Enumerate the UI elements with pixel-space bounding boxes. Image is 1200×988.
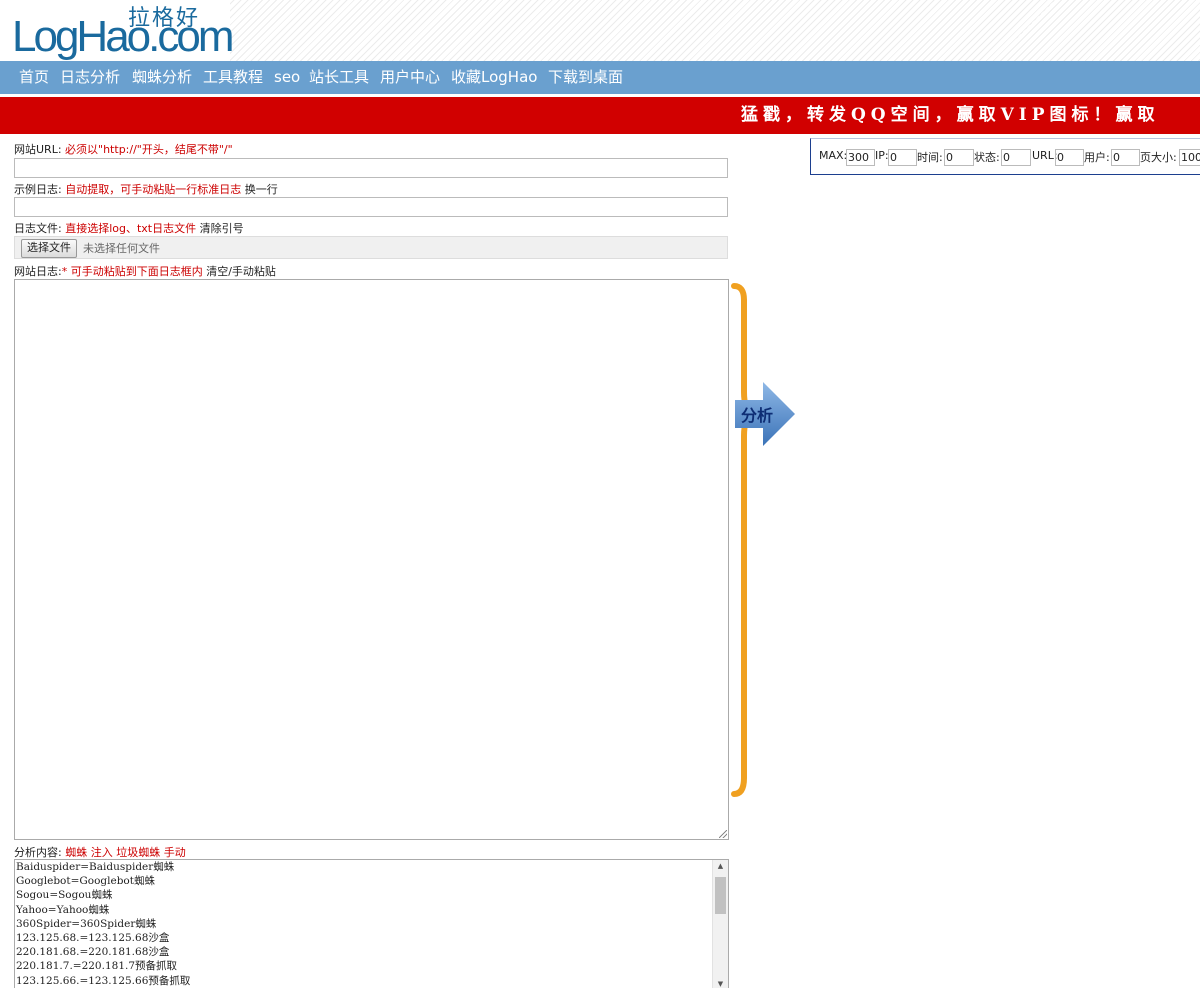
resize-handle-icon[interactable] [719, 830, 727, 838]
clear-paste-link[interactable]: 清空/手动粘贴 [206, 265, 276, 278]
content-line: 220.181.68.=220.181.68沙盒 [16, 946, 170, 959]
logo[interactable]: LogHao.com 拉格好 [0, 0, 234, 61]
nav-log-analysis[interactable]: 日志分析 [60, 61, 120, 94]
file-status: 未选择任何文件 [83, 242, 160, 255]
stat-url-input[interactable]: 0 [1055, 149, 1084, 166]
log-file-label: 日志文件: [14, 222, 62, 235]
content-line: 123.125.66.=123.125.66预备抓取 [16, 974, 191, 987]
tab-injection[interactable]: 注入 [91, 846, 113, 859]
scroll-up-icon[interactable]: ▲ [713, 862, 728, 870]
stat-time-input[interactable]: 0 [944, 149, 974, 166]
nav-home[interactable]: 首页 [19, 61, 49, 94]
stat-user-label: 用户: [1084, 151, 1110, 164]
brace-icon [731, 283, 759, 797]
site-url-label-row: 网站URL: 必须以"http://"开头，结尾不带"/" [14, 141, 233, 157]
tab-junk-spider[interactable]: 垃圾蜘蛛 [116, 846, 160, 859]
nav-user-center[interactable]: 用户中心 [380, 61, 440, 94]
nav-seo[interactable]: seo [274, 61, 300, 94]
stat-max-input[interactable]: 300 [846, 149, 875, 166]
stat-status-input[interactable]: 0 [1001, 149, 1031, 166]
stat-ip-input[interactable]: 0 [888, 149, 917, 166]
banner-text: 猛戳，转发QQ空间，赢取VIP图标！赢取 [741, 105, 1160, 125]
sample-log-label-row: 示例日志: 自动提取，可手动粘贴一行标准日志 换一行 [14, 181, 278, 197]
site-log-label: 网站日志: [14, 265, 62, 278]
nav-tutorials[interactable]: 工具教程 [203, 61, 263, 94]
content-line: Sogou=Sogou蜘蛛 [16, 889, 113, 902]
content-line: Googlebot=Googlebot蜘蛛 [16, 875, 155, 888]
clear-quotes-link[interactable]: 清除引号 [200, 222, 244, 235]
site-url-label: 网站URL: [14, 143, 62, 156]
content-line: 360Spider=360Spider蜘蛛 [16, 917, 157, 930]
log-file-label-row: 日志文件: 直接选择log、txt日志文件 清除引号 [14, 220, 244, 236]
content-line: Baiduspider=Baiduspider蜘蛛 [16, 861, 175, 873]
content-label-row: 分析内容: 蜘蛛 注入 垃圾蜘蛛 手动 [14, 844, 186, 860]
analyze-label[interactable]: 分析 [741, 402, 773, 426]
site-url-input[interactable] [14, 158, 728, 178]
sample-log-input[interactable] [14, 197, 728, 217]
content-textarea[interactable]: Baiduspider=Baiduspider蜘蛛 Googlebot=Goog… [14, 859, 729, 988]
site-log-hint: 可手动粘贴到下面日志框内 [70, 265, 203, 278]
file-picker: 选择文件 未选择任何文件 [14, 236, 728, 259]
sample-log-label: 示例日志: [14, 183, 62, 196]
nav-webmaster-tools[interactable]: 站长工具 [309, 61, 369, 94]
promo-banner[interactable]: 猛戳，转发QQ空间，赢取VIP图标！赢取 [0, 97, 1200, 134]
main-nav: 首页 日志分析 蜘蛛分析 工具教程 seo 站长工具 用户中心 收藏LogHao… [0, 61, 1200, 94]
tab-manual[interactable]: 手动 [164, 846, 186, 859]
nav-spider-analysis[interactable]: 蜘蛛分析 [132, 61, 192, 94]
site-log-label-row: 网站日志:* 可手动粘贴到下面日志框内 清空/手动粘贴 [14, 263, 276, 279]
site-log-textarea[interactable] [14, 279, 729, 840]
stat-page-size-label: 页大小: [1140, 151, 1177, 164]
tab-spider[interactable]: 蜘蛛 [65, 846, 87, 859]
content-line: 220.181.7.=220.181.7预备抓取 [16, 960, 178, 973]
content-scrollbar[interactable]: ▲ ▼ [712, 860, 728, 988]
sample-log-hint: 自动提取，可手动粘贴一行标准日志 [65, 183, 242, 196]
content-line: Yahoo=Yahoo蜘蛛 [16, 903, 110, 916]
stat-max-label: MAX: [819, 149, 848, 162]
choose-file-button[interactable]: 选择文件 [21, 239, 77, 258]
stat-url-label: URL: [1032, 149, 1058, 162]
content-line: 123.125.68.=123.125.68沙盒 [16, 932, 170, 945]
header: LogHao.com 拉格好 [0, 0, 1200, 61]
nav-bookmark[interactable]: 收藏LogHao [451, 61, 537, 94]
scroll-thumb[interactable] [715, 877, 726, 914]
stats-panel: MAX: 300 IP: 0 时间: 0 状态: 0 URL: 0 用户: 0 … [810, 138, 1200, 175]
stat-time-label: 时间: [917, 151, 943, 164]
stat-page-size-input[interactable]: 100 [1179, 149, 1200, 166]
next-line-link[interactable]: 换一行 [245, 183, 278, 196]
stat-ip-label: IP: [875, 149, 889, 162]
stat-status-label: 状态: [974, 151, 1000, 164]
required-mark: * [61, 265, 68, 278]
nav-download-desktop[interactable]: 下载到桌面 [548, 61, 623, 94]
logo-chinese: 拉格好 [128, 6, 201, 31]
content-label: 分析内容: [14, 846, 62, 859]
stat-user-input[interactable]: 0 [1111, 149, 1140, 166]
log-file-hint: 直接选择log、txt日志文件 [65, 222, 197, 235]
site-url-hint: 必须以"http://"开头，结尾不带"/" [65, 143, 233, 156]
